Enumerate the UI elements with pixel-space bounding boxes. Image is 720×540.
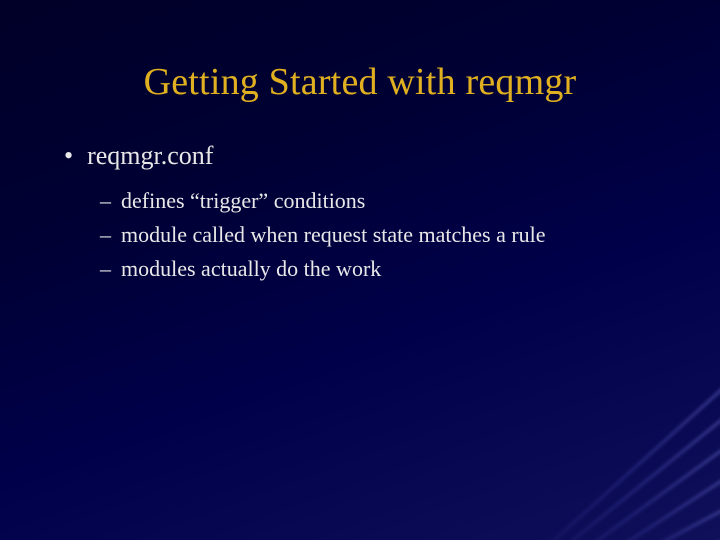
list-item: • reqmgr.conf [64, 140, 680, 172]
subitem-text: defines “trigger” conditions [121, 186, 365, 216]
slide-title: Getting Started with reqmgr [0, 0, 720, 140]
sublist: – defines “trigger” conditions – module … [64, 180, 680, 284]
bullet-icon: • [64, 140, 73, 172]
decorative-streaks [360, 280, 720, 540]
bullet-text: reqmgr.conf [87, 140, 213, 172]
dash-icon: – [100, 220, 111, 250]
list-item: – modules actually do the work [100, 254, 680, 284]
subitem-text: modules actually do the work [121, 254, 381, 284]
list-item: – defines “trigger” conditions [100, 186, 680, 216]
subitem-text: module called when request state matches… [121, 220, 546, 250]
list-item: – module called when request state match… [100, 220, 680, 250]
dash-icon: – [100, 254, 111, 284]
dash-icon: – [100, 186, 111, 216]
slide-body: • reqmgr.conf – defines “trigger” condit… [0, 140, 720, 284]
